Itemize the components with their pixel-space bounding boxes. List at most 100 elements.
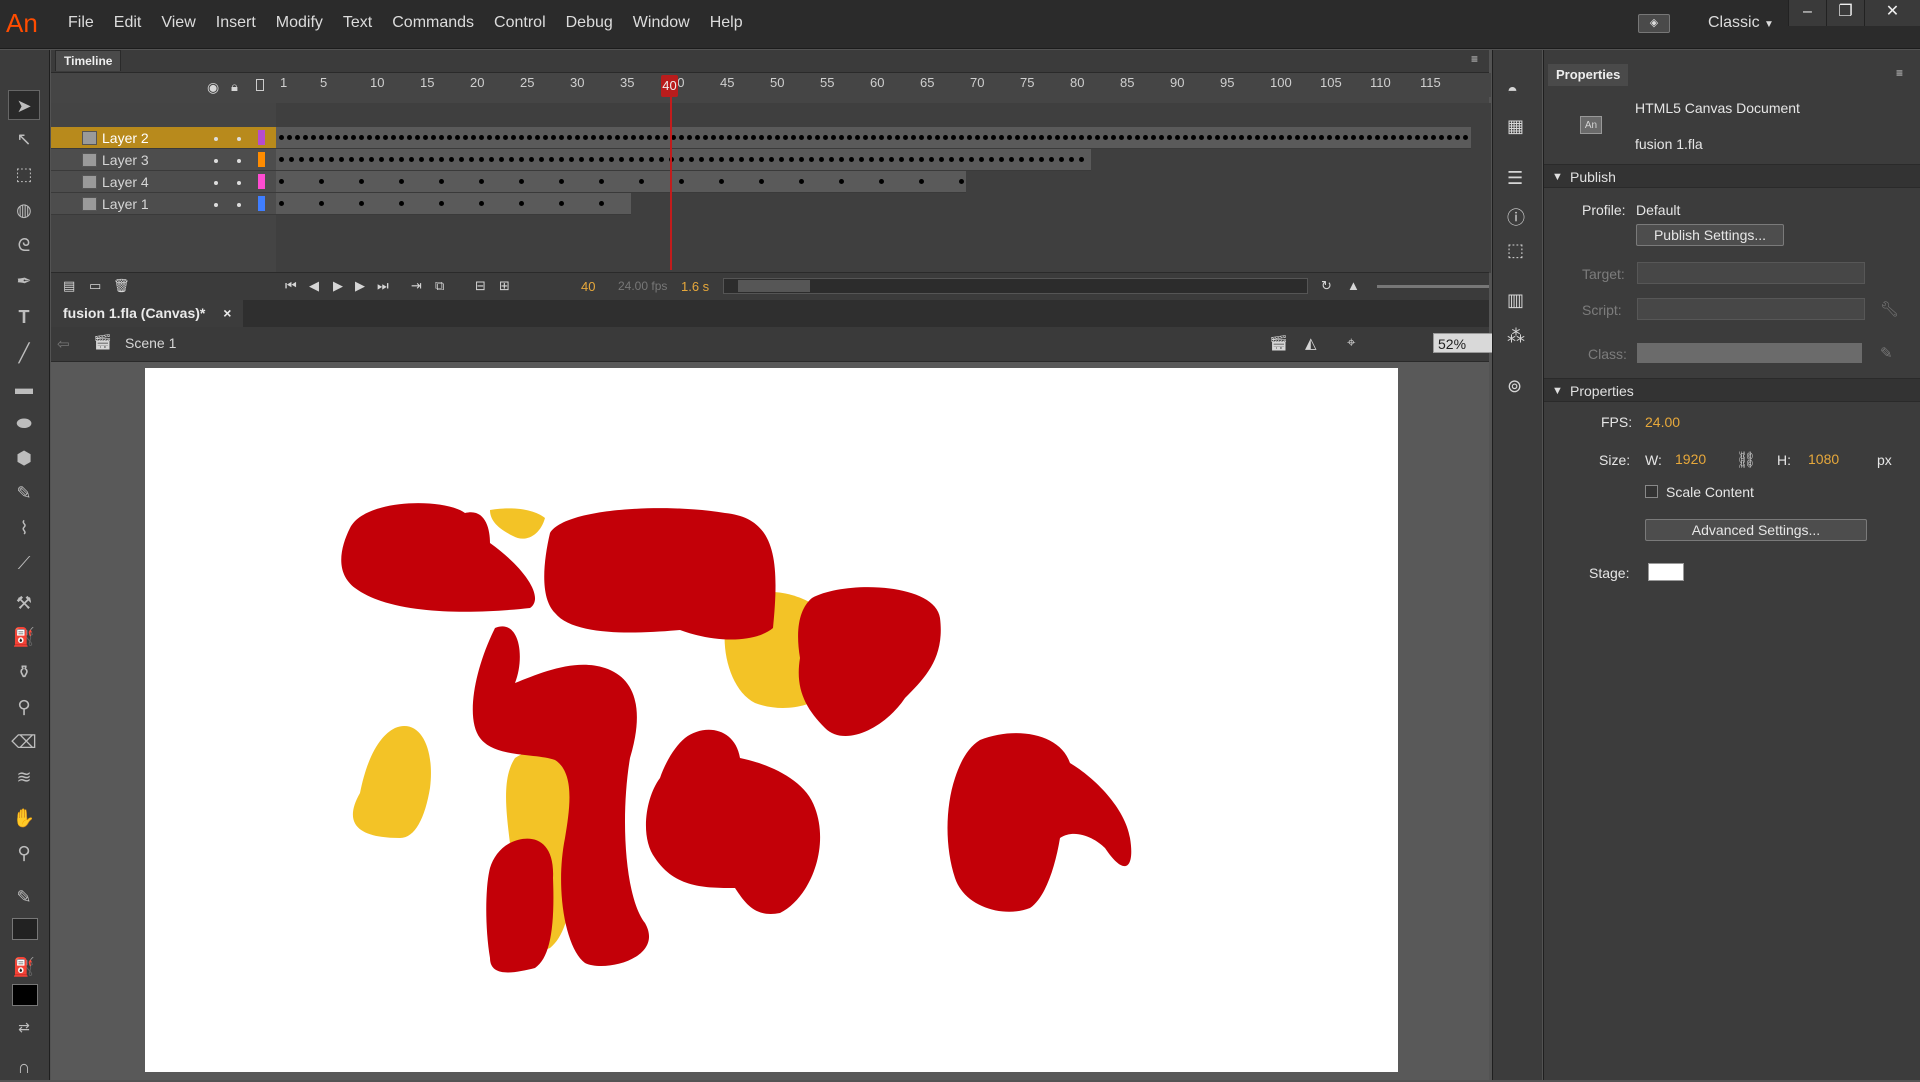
red-blob[interactable] bbox=[544, 508, 776, 640]
keyframe[interactable] bbox=[1015, 135, 1020, 140]
keyframe[interactable] bbox=[1263, 135, 1268, 140]
keyframe[interactable] bbox=[819, 157, 824, 162]
keyframe[interactable] bbox=[287, 135, 292, 140]
keyframe[interactable] bbox=[1271, 135, 1276, 140]
eye-icon[interactable]: ◉ bbox=[207, 79, 219, 96]
keyframe[interactable] bbox=[1239, 135, 1244, 140]
keyframe[interactable] bbox=[679, 157, 684, 162]
keyframe[interactable] bbox=[479, 179, 484, 184]
keyframe[interactable] bbox=[419, 157, 424, 162]
swap-colors-icon[interactable]: ⇄ bbox=[8, 1012, 40, 1042]
keyframe[interactable] bbox=[1311, 135, 1316, 140]
keyframe[interactable] bbox=[1175, 135, 1180, 140]
layer-row[interactable]: Layer 4 bbox=[51, 171, 276, 193]
keyframe[interactable] bbox=[1159, 135, 1164, 140]
zoom-tool-icon[interactable]: ⚲ bbox=[8, 838, 40, 868]
keyframe[interactable] bbox=[1199, 135, 1204, 140]
keyframe[interactable] bbox=[359, 201, 364, 206]
height-value[interactable]: 1080 bbox=[1808, 451, 1839, 467]
hand-tool-icon[interactable]: ✋ bbox=[8, 803, 40, 833]
keyframe[interactable] bbox=[999, 135, 1004, 140]
keyframe[interactable] bbox=[1383, 135, 1388, 140]
rectangle-tool-icon[interactable]: ▬ bbox=[8, 373, 40, 403]
keyframe[interactable] bbox=[329, 157, 334, 162]
stage-canvas[interactable] bbox=[145, 368, 1398, 1072]
keyframe[interactable] bbox=[909, 157, 914, 162]
keyframe[interactable] bbox=[359, 157, 364, 162]
keyframe[interactable] bbox=[629, 157, 634, 162]
keyframe[interactable] bbox=[935, 135, 940, 140]
loop-icon[interactable]: ⇥ bbox=[411, 278, 422, 294]
keyframe[interactable] bbox=[463, 135, 468, 140]
layer-row[interactable]: Layer 2 bbox=[51, 127, 276, 149]
menu-insert[interactable]: Insert bbox=[206, 14, 266, 32]
stroke-color-swatch[interactable] bbox=[12, 918, 38, 940]
keyframe[interactable] bbox=[989, 157, 994, 162]
keyframe[interactable] bbox=[607, 135, 612, 140]
keyframe[interactable] bbox=[799, 135, 804, 140]
keyframe[interactable] bbox=[511, 135, 516, 140]
time-readout[interactable]: 1.6 s bbox=[681, 279, 709, 294]
line-tool-icon[interactable]: ╱ bbox=[8, 338, 40, 368]
target-dropdown[interactable] bbox=[1637, 262, 1865, 284]
keyframe[interactable] bbox=[859, 157, 864, 162]
first-frame-icon[interactable]: ⏮ bbox=[285, 278, 297, 294]
keyframe[interactable] bbox=[375, 135, 380, 140]
keyframe[interactable] bbox=[823, 135, 828, 140]
keyframe[interactable] bbox=[815, 135, 820, 140]
polystar-tool-icon[interactable]: ⬢ bbox=[8, 443, 40, 473]
keyframe[interactable] bbox=[1119, 135, 1124, 140]
cc-libraries-icon[interactable]: ⊚ bbox=[1507, 376, 1522, 397]
keyframe[interactable] bbox=[289, 157, 294, 162]
keyframe[interactable] bbox=[759, 157, 764, 162]
eraser-tool-icon[interactable]: ⌫ bbox=[8, 727, 40, 757]
frame-row[interactable] bbox=[276, 171, 966, 193]
menu-text[interactable]: Text bbox=[333, 14, 382, 32]
layer-color-swatch[interactable] bbox=[258, 196, 265, 211]
keyframe[interactable] bbox=[969, 157, 974, 162]
keyframe[interactable] bbox=[1191, 135, 1196, 140]
edit-symbol-icon[interactable]: ◭ bbox=[1305, 334, 1317, 352]
restore-button[interactable]: ❐ bbox=[1826, 0, 1864, 26]
keyframe[interactable] bbox=[551, 135, 556, 140]
keyframe[interactable] bbox=[303, 135, 308, 140]
new-layer-icon[interactable]: ▤ bbox=[63, 278, 75, 294]
layer-name[interactable]: Layer 1 bbox=[102, 196, 149, 212]
keyframe[interactable] bbox=[699, 157, 704, 162]
fill-color-swatch[interactable] bbox=[12, 984, 38, 1006]
keyframe[interactable] bbox=[535, 135, 540, 140]
frame-row[interactable] bbox=[276, 149, 1091, 171]
layer-color-swatch[interactable] bbox=[258, 152, 265, 167]
keyframe[interactable] bbox=[559, 201, 564, 206]
visibility-dot-icon[interactable] bbox=[214, 203, 218, 207]
keyframe[interactable] bbox=[391, 135, 396, 140]
align-icon[interactable]: ☰ bbox=[1507, 168, 1523, 189]
keyframe[interactable] bbox=[1367, 135, 1372, 140]
keyframe[interactable] bbox=[409, 157, 414, 162]
keyframe[interactable] bbox=[1071, 135, 1076, 140]
keyframe[interactable] bbox=[487, 135, 492, 140]
keyframe[interactable] bbox=[439, 179, 444, 184]
keyframe[interactable] bbox=[1223, 135, 1228, 140]
keyframe[interactable] bbox=[1279, 135, 1284, 140]
keyframe[interactable] bbox=[655, 135, 660, 140]
keyframe[interactable] bbox=[1295, 135, 1300, 140]
keyframe[interactable] bbox=[1375, 135, 1380, 140]
keyframe[interactable] bbox=[559, 135, 564, 140]
keyframe[interactable] bbox=[659, 157, 664, 162]
brush-tool-icon[interactable]: ⟋ bbox=[8, 548, 40, 578]
minimize-button[interactable]: – bbox=[1788, 0, 1826, 26]
keyframe[interactable] bbox=[1095, 135, 1100, 140]
keyframe[interactable] bbox=[1343, 135, 1348, 140]
keyframe[interactable] bbox=[1063, 135, 1068, 140]
red-blob[interactable] bbox=[947, 733, 1132, 912]
scale-content-checkbox[interactable] bbox=[1645, 485, 1658, 498]
playhead-line[interactable] bbox=[670, 75, 672, 270]
menu-modify[interactable]: Modify bbox=[266, 14, 333, 32]
keyframe[interactable] bbox=[1423, 135, 1428, 140]
keyframe[interactable] bbox=[455, 135, 460, 140]
stroke-color-icon[interactable]: ✎ bbox=[8, 882, 40, 912]
info-icon[interactable]: ⓘ bbox=[1507, 204, 1525, 230]
visibility-dot-icon[interactable] bbox=[214, 159, 218, 163]
keyframe[interactable] bbox=[1215, 135, 1220, 140]
